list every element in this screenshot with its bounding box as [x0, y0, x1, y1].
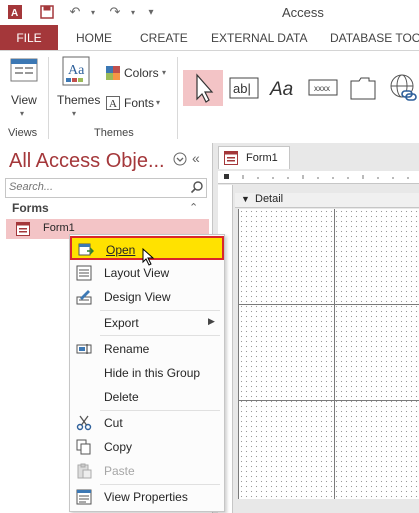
rename-icon — [76, 341, 92, 357]
grid-line — [239, 304, 419, 305]
label-icon[interactable]: Aa — [269, 75, 299, 101]
menu-item-label: Copy — [104, 440, 133, 454]
menu-item-cut[interactable]: Cut — [70, 411, 224, 435]
colors-icon[interactable] — [106, 66, 120, 80]
form-icon — [16, 222, 30, 236]
undo-dropdown-icon[interactable]: ▾ — [84, 3, 102, 21]
menu-item-label: Open — [106, 243, 136, 257]
menu-item-label: Rename — [104, 342, 150, 356]
form-icon — [224, 151, 238, 165]
detail-section-bar[interactable]: ▼ Detail — [235, 193, 419, 208]
hyperlink-icon[interactable] — [388, 73, 418, 103]
svg-text:Aa: Aa — [269, 79, 293, 100]
properties-icon — [76, 489, 92, 505]
form-design-grid[interactable] — [238, 209, 419, 499]
group-separator — [177, 57, 178, 139]
copy-icon — [76, 439, 92, 455]
menu-item-rename[interactable]: Rename — [70, 337, 224, 361]
menu-item-delete[interactable]: Delete — [70, 385, 224, 409]
themes-icon[interactable]: Aa — [62, 56, 90, 86]
menu-item-label: Delete — [104, 390, 139, 404]
document-tab-label: Form1 — [246, 152, 278, 164]
menu-item-layout-view[interactable]: Layout View — [70, 261, 224, 285]
fonts-button[interactable]: Fonts — [124, 96, 154, 110]
context-menu: Open Layout View Design View Export ▶ Re… — [69, 234, 225, 512]
fonts-icon[interactable]: A — [106, 96, 120, 110]
window-title: Access — [282, 5, 324, 20]
nav-search-input[interactable] — [6, 179, 190, 195]
menu-item-label: Hide in this Group — [104, 366, 201, 380]
svg-text:xxxx: xxxx — [314, 84, 330, 93]
nav-pane-title[interactable]: All Access Obje... — [9, 150, 165, 173]
views-group-label: Views — [8, 127, 38, 139]
menu-item-paste[interactable]: Paste — [70, 459, 224, 483]
design-view-icon — [76, 289, 92, 305]
scissors-icon — [76, 415, 92, 431]
nav-group-header[interactable]: Forms — [12, 201, 49, 215]
save-icon[interactable] — [38, 3, 56, 21]
menu-separator — [100, 335, 220, 336]
menu-item-hide-in-group[interactable]: Hide in this Group — [70, 361, 224, 385]
tab-home[interactable]: HOME — [76, 31, 112, 45]
redo-dropdown-icon[interactable]: ▾ — [124, 3, 142, 21]
fonts-dropdown-icon[interactable]: ▾ — [156, 98, 160, 107]
menu-item-label: View Properties — [104, 490, 188, 504]
menu-item-label: Export — [104, 316, 139, 330]
menu-item-label: Layout View — [104, 266, 170, 280]
menu-item-label: Cut — [104, 416, 123, 430]
detail-section-label: Detail — [255, 193, 284, 205]
horizontal-ruler — [218, 171, 419, 184]
tab-external-data[interactable]: EXTERNAL DATA — [211, 31, 307, 45]
grid-line — [239, 400, 419, 401]
svg-text:ab|: ab| — [233, 81, 251, 96]
menu-item-label: Design View — [104, 290, 171, 304]
colors-dropdown-icon[interactable]: ▾ — [162, 68, 166, 77]
customize-qat-icon[interactable]: ▾ — [142, 3, 160, 21]
svg-text:A: A — [109, 98, 117, 110]
submenu-arrow-icon: ▶ — [208, 316, 215, 326]
group-separator — [48, 57, 49, 139]
menu-item-export[interactable]: Export ▶ — [70, 311, 224, 335]
grid-line — [334, 209, 335, 499]
svg-text:Aa: Aa — [68, 63, 85, 78]
tab-control-icon[interactable] — [349, 74, 377, 102]
colors-button[interactable]: Colors — [124, 66, 159, 80]
nav-search-box — [5, 178, 207, 198]
tab-file[interactable]: FILE — [0, 25, 58, 50]
svg-text:A: A — [11, 8, 18, 19]
menu-item-view-properties[interactable]: View Properties — [70, 485, 224, 509]
button-icon[interactable]: xxxx — [308, 78, 338, 98]
menu-item-open[interactable]: Open — [70, 236, 224, 266]
title-bar: A ↶ ▾ ↷ ▾ ▾ Access — [0, 0, 419, 25]
tab-database-tools[interactable]: DATABASE TOOL — [330, 31, 419, 45]
themes-button[interactable]: Themes — [57, 93, 100, 107]
collapse-group-icon[interactable]: ⌃ — [189, 201, 198, 214]
menu-item-copy[interactable]: Copy — [70, 435, 224, 459]
open-form-icon — [78, 242, 95, 258]
menu-item-design-view[interactable]: Design View — [70, 285, 224, 309]
access-logo-icon: A — [6, 3, 24, 21]
ribbon: View ▾ Views Aa Themes ▾ Colors ▾ A Font… — [0, 50, 419, 145]
view-dropdown-icon[interactable]: ▾ — [20, 109, 24, 118]
textbox-icon[interactable]: ab| — [229, 76, 259, 100]
themes-group-label: Themes — [94, 127, 134, 139]
search-icon[interactable] — [190, 180, 204, 194]
document-tab-form1[interactable]: Form1 — [218, 146, 290, 169]
undo-icon[interactable]: ↶ — [66, 3, 84, 21]
shutter-bar-close-icon[interactable]: « — [192, 150, 200, 166]
nav-item-label: Form1 — [43, 222, 75, 234]
nav-menu-dropdown-icon[interactable] — [173, 152, 187, 166]
document-area: Form1 ▼ Detail — [213, 143, 419, 513]
select-pointer-icon[interactable] — [183, 70, 223, 106]
view-button-icon[interactable] — [10, 58, 38, 84]
section-arrow-icon: ▼ — [241, 194, 250, 204]
tab-create[interactable]: CREATE — [140, 31, 188, 45]
ribbon-tabs: FILE HOME CREATE EXTERNAL DATA DATABASE … — [0, 25, 419, 50]
view-button[interactable]: View — [11, 93, 37, 107]
paste-icon — [76, 463, 92, 479]
layout-view-icon — [76, 265, 92, 281]
themes-dropdown-icon[interactable]: ▾ — [72, 109, 76, 118]
redo-icon[interactable]: ↷ — [106, 3, 124, 21]
menu-item-label: Paste — [104, 464, 135, 478]
